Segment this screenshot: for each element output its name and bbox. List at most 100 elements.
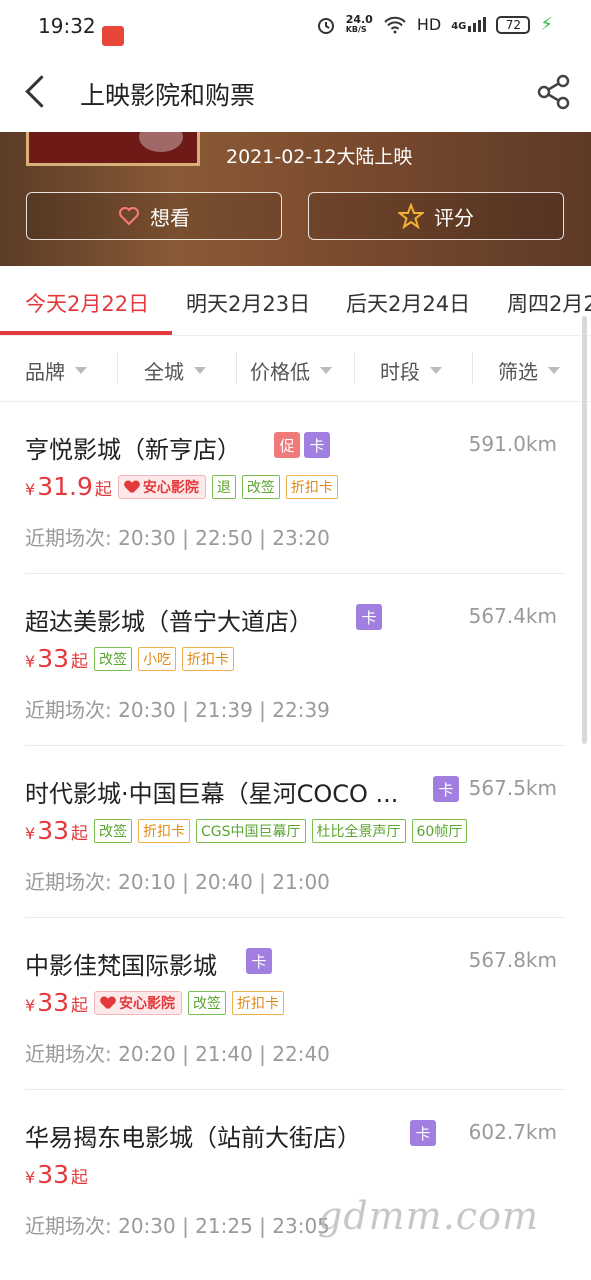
recent-showtimes: 近期场次: 20:20 | 21:40 | 22:40 (25, 1042, 330, 1066)
star-outline-icon (398, 203, 424, 229)
divider (236, 352, 237, 384)
caret-down-icon (548, 367, 560, 374)
cinema-list-item[interactable]: 亨悦影城（新亨店） 促 卡 591.0km ¥31.9 起 安心影院 退 改签 折… (0, 402, 591, 574)
tag-discount-card: 折扣卡 (182, 646, 234, 671)
tag-discount-card: 折扣卡 (138, 818, 190, 843)
promo-badge: 促 (274, 432, 300, 458)
price-row: ¥33 起 (25, 1160, 88, 1189)
card-badge: 卡 (356, 604, 382, 630)
rate-label: 评分 (434, 205, 474, 230)
tag-discount-card: 折扣卡 (232, 990, 284, 1015)
price-row: ¥33 起 安心影院 改签 折扣卡 (25, 988, 284, 1017)
cinema-list-item[interactable]: 中影佳梵国际影城 卡 567.8km ¥33 起 安心影院 改签 折扣卡 近期场次… (0, 918, 591, 1090)
price-row: ¥33 起 改签 小吃 折扣卡 (25, 644, 234, 673)
cinema-name: 华易揭东电影城（站前大街店） (25, 1124, 361, 1152)
filter-bar: 品牌 全城 价格低 时段 筛选 (0, 336, 591, 402)
cinema-price: ¥33 起 (25, 988, 88, 1017)
tab-date-today[interactable]: 今天2月22日 (25, 288, 149, 318)
cinema-list-item[interactable]: 超达美影城（普宁大道店） 卡 567.4km ¥33 起 改签 小吃 折扣卡 近期… (0, 574, 591, 746)
cinema-badges: 卡 (246, 948, 272, 974)
caret-down-icon (320, 367, 332, 374)
net-speed: 24.0 KB/S (345, 12, 373, 34)
caret-down-icon (430, 367, 442, 374)
status-bar: 19:32 24.0 KB/S HD 4G 72 ⚡ (0, 0, 591, 52)
filter-brand[interactable]: 品牌 (25, 356, 87, 385)
back-button[interactable] (14, 70, 58, 114)
cinema-distance: 567.5km (468, 776, 557, 800)
movie-poster[interactable] (26, 132, 200, 166)
tag-dolby-hall: 杜比全景声厅 (311, 818, 406, 843)
cinema-price: ¥33 起 (25, 1160, 88, 1189)
divider (354, 352, 355, 384)
card-badge: 卡 (304, 432, 330, 458)
share-icon (537, 74, 570, 110)
watermark: gdmm.com (318, 1194, 539, 1238)
date-tabs: 今天2月22日 明天2月23日 后天2月24日 周四2月2 (0, 266, 591, 336)
tab-date-day-after[interactable]: 后天2月24日 (346, 288, 470, 318)
release-date: 2021-02-12大陆上映 (226, 146, 413, 168)
tag-60fps-hall: 60帧厅 (411, 818, 468, 843)
cinema-name: 超达美影城（普宁大道店） (25, 608, 313, 636)
want-to-see-label: 想看 (150, 205, 190, 230)
tag-snacks: 小吃 (138, 646, 176, 671)
hd-indicator: HD (416, 15, 442, 34)
divider (472, 352, 473, 384)
cinema-distance: 602.7km (468, 1120, 557, 1144)
tag-cgs-hall: CGS中国巨幕厅 (196, 818, 306, 843)
cinema-price: ¥31.9 起 (25, 472, 112, 501)
want-to-see-button[interactable]: 想看 (26, 192, 282, 240)
filter-area[interactable]: 全城 (144, 356, 206, 385)
safe-cinema-badge: 安心影院 (117, 474, 206, 499)
signal-icon: 4G (451, 17, 487, 32)
filter-time[interactable]: 时段 (380, 356, 442, 385)
page-title: 上映影院和购票 (80, 81, 256, 110)
tag-change: 改签 (241, 474, 280, 499)
cinema-distance: 591.0km (468, 432, 557, 456)
price-row: ¥33 起 改签 折扣卡 CGS中国巨幕厅 杜比全景声厅 60帧厅 (25, 816, 468, 845)
cinema-badges: 卡 (356, 604, 382, 630)
tag-change: 改签 (94, 646, 132, 671)
cinema-list-item[interactable]: 时代影城·中国巨幕（星河COCO ... 卡 567.5km ¥33 起 改签 折… (0, 746, 591, 918)
caret-down-icon (194, 367, 206, 374)
rate-button[interactable]: 评分 (308, 192, 564, 240)
card-badge: 卡 (246, 948, 272, 974)
cinema-badges: 卡 (433, 776, 459, 802)
recent-showtimes: 近期场次: 20:30 | 22:50 | 23:20 (25, 526, 330, 550)
recent-showtimes: 近期场次: 20:30 | 21:39 | 22:39 (25, 698, 330, 722)
cinema-distance: 567.8km (468, 948, 557, 972)
cinema-price: ¥33 起 (25, 644, 88, 673)
tab-date-tomorrow[interactable]: 明天2月23日 (186, 288, 310, 318)
tag-discount-card: 折扣卡 (285, 474, 338, 499)
heart-icon (101, 997, 115, 1009)
card-badge: 卡 (433, 776, 459, 802)
cinema-badges: 促 卡 (274, 432, 330, 458)
heart-outline-icon (119, 207, 139, 226)
alarm-icon (317, 17, 334, 34)
status-time: 19:32 (38, 14, 96, 38)
cinema-name: 中影佳梵国际影城 (25, 952, 217, 980)
heart-icon (125, 481, 139, 493)
cinema-name: 亨悦影城（新亨店） (25, 436, 241, 464)
price-row: ¥31.9 起 安心影院 退 改签 折扣卡 (25, 472, 338, 501)
divider (117, 352, 118, 384)
status-icons: 24.0 KB/S HD 4G 72 ⚡ (316, 14, 553, 35)
filter-more[interactable]: 筛选 (498, 356, 560, 385)
card-badge: 卡 (410, 1120, 436, 1146)
cinema-price: ¥33 起 (25, 816, 88, 845)
caret-down-icon (75, 367, 87, 374)
battery-icon: 72 (496, 15, 531, 34)
cinema-name: 时代影城·中国巨幕（星河COCO ... (25, 780, 399, 808)
recent-showtimes: 近期场次: 20:10 | 20:40 | 21:00 (25, 870, 330, 894)
cinema-badges: 卡 (410, 1120, 436, 1146)
tag-change: 改签 (188, 990, 226, 1015)
nav-header: 上映影院和购票 (0, 52, 591, 132)
recent-showtimes: 近期场次: 20:30 | 21:25 | 23:05 (25, 1214, 330, 1238)
share-button[interactable] (535, 72, 573, 112)
scrollbar[interactable] (582, 316, 587, 744)
safe-cinema-badge: 安心影院 (94, 990, 182, 1015)
active-tab-indicator (0, 331, 172, 335)
filter-price[interactable]: 价格低 (250, 356, 332, 385)
tab-date-thursday[interactable]: 周四2月2 (507, 288, 591, 318)
cinema-distance: 567.4km (468, 604, 557, 628)
app-notification-icon (102, 26, 124, 46)
